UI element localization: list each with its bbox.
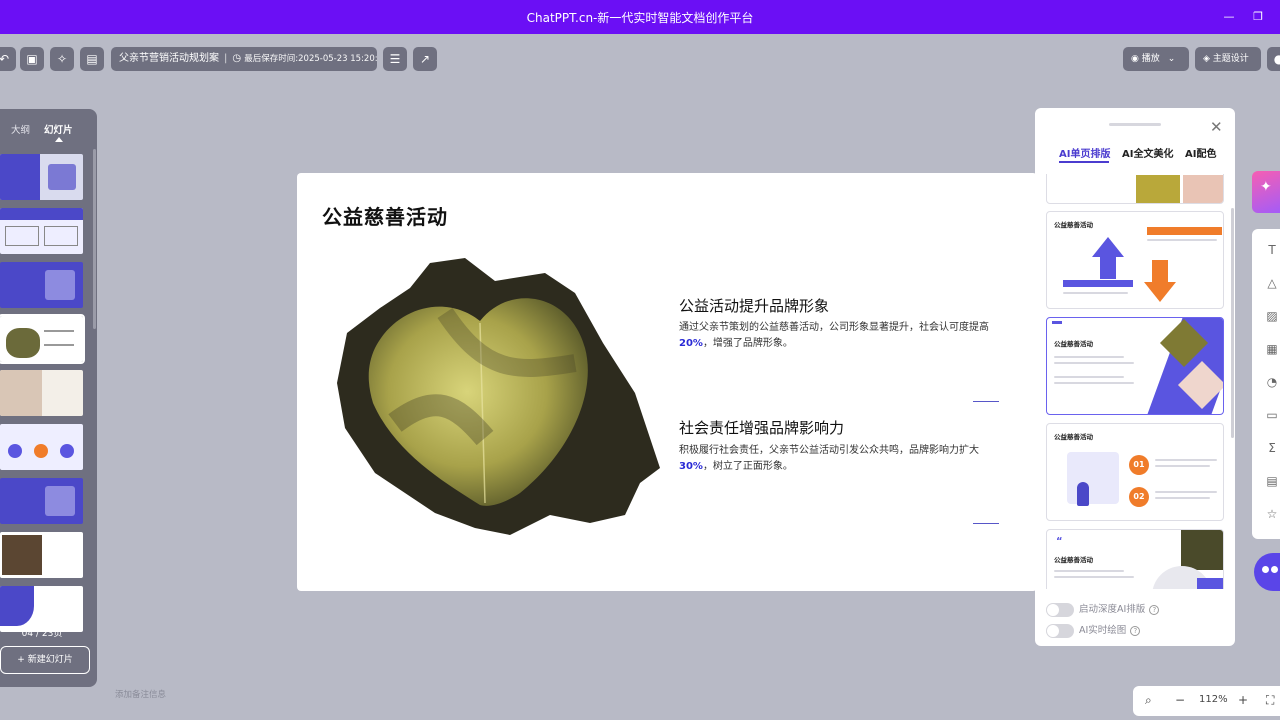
layout-card-1[interactable]: 公益慈善活动 [1046,211,1224,309]
active-tab-caret [55,137,63,142]
ai-realtime-draw-switch[interactable] [1046,623,1074,638]
image-icon[interactable]: ▨ [1264,308,1280,324]
share-icon[interactable]: ↗ [413,47,437,71]
formula-icon[interactable]: Σ [1264,440,1280,456]
tab-slides[interactable]: 幻灯片 [44,122,73,136]
document-name[interactable]: 父亲节营销活动规划案 [119,53,219,64]
restore-icon[interactable]: ❐ [1249,8,1267,26]
fullscreen-icon[interactable]: ⛶ [1266,693,1274,708]
layout-card-list: 公益慈善活动 公益慈善活动 公益慈善活动 01 02 “ 公益慈善活动 [1046,174,1224,589]
close-icon[interactable]: ✕ [1210,118,1223,136]
video-icon[interactable]: ▭ [1264,407,1280,423]
chat-assistant-icon[interactable] [1254,553,1280,591]
star-icon[interactable]: ☆ [1264,506,1280,522]
layout-card-3[interactable]: 公益慈善活动 01 02 [1046,423,1224,521]
zoom-bar: ⌕ − 112% + ⛶ [1133,686,1280,716]
add-notes-hint[interactable]: 添加备注信息 [115,688,166,700]
deep-ai-layout-switch[interactable] [1046,602,1074,617]
tab-ai-color[interactable]: AI配色 [1185,145,1216,160]
chevron-down-icon: ⌄ [1167,54,1176,64]
point-1-body[interactable]: 通过父亲节策划的公益慈善活动，公司形象显著提升，社会认可度提高20%，增强了品牌… [679,320,1009,352]
quote-icon: “ [1056,536,1063,547]
slide-thumbnail-8[interactable] [0,532,83,578]
ai-beautify-badge[interactable]: ✦ [1252,171,1280,213]
zoom-level[interactable]: 112% [1199,694,1228,705]
panel-scrollbar[interactable] [1231,208,1234,438]
undo-icon[interactable]: ↶ [0,47,16,71]
slide-canvas[interactable]: 公益慈善活动 公益活动提升品牌形象 通过父亲节策划的公益慈善活动，公司形象显著提… [297,173,1037,591]
slide-thumbnail-6[interactable] [0,424,83,470]
sparkle-icon: ✦ [1260,179,1272,195]
title-bar: ChatPPT.cn-新一代实时智能文档创作平台 — ❐ [0,0,1280,34]
point-2-body[interactable]: 积极履行社会责任，父亲节公益活动引发公众共鸣，品牌影响力扩大30%，树立了正面形… [679,443,1009,475]
save-icon[interactable]: ▤ [80,47,104,71]
search-icon[interactable]: ⌕ [1145,693,1152,708]
history-icon[interactable]: ☰ [383,47,407,71]
theme-icon: ◈ [1203,54,1213,64]
point-1-title[interactable]: 公益活动提升品牌形象 [679,295,829,316]
point-1-highlight: 20% [679,338,703,349]
magic-wand-icon[interactable]: ✧ [50,47,74,71]
slide-thumbnail-4[interactable] [0,314,85,364]
zoom-out-icon[interactable]: − [1175,693,1185,707]
slide-panel: 大纲 幻灯片 04 / 23页 + 新建幻灯片 [0,109,97,687]
table-icon[interactable]: ▦ [1264,341,1280,357]
tab-ai-full-beautify[interactable]: AI全文美化 [1122,145,1173,160]
user-icon[interactable]: ● [1267,47,1280,71]
play-icon: ◉ [1131,54,1142,64]
ai-realtime-draw-toggle-row[interactable]: AI实时绘图? [1046,622,1141,638]
play-button[interactable]: ◉ 播放 ⌄ [1123,47,1189,71]
layout-card-4[interactable]: “ 公益慈善活动 [1046,529,1224,589]
point-2-highlight: 30% [679,461,703,472]
slide-thumbnail-2[interactable] [0,208,83,254]
text-icon[interactable]: T [1264,242,1280,258]
slide-thumbnail-3[interactable] [0,262,83,308]
decor-line-2 [973,523,999,524]
layout-card-2[interactable]: 公益慈善活动 [1046,317,1224,415]
card-number-01: 01 [1129,455,1149,475]
slide-panel-scrollbar[interactable] [93,149,96,329]
point-2-title[interactable]: 社会责任增强品牌影响力 [679,417,844,438]
layout-card-0[interactable] [1046,174,1224,204]
insert-tool-column: T △ ▨ ▦ ◔ ▭ Σ ▤ ☆ [1252,229,1280,539]
new-slide-button[interactable]: + 新建幻灯片 [0,646,90,674]
window-title: ChatPPT.cn-新一代实时智能文档创作平台 [526,11,754,25]
slide-thumbnail-5[interactable] [0,370,83,416]
theme-design-button[interactable]: ◈ 主题设计 [1195,47,1261,71]
document-name-bar[interactable]: 父亲节营销活动规划案 | ◷ 最后保存时间:2025-05-23 15:20:22 [111,47,377,71]
deep-ai-layout-toggle-row[interactable]: 启动深度AI排版? [1046,601,1160,617]
clock-icon: ◷ [232,53,245,64]
page-count: 04 / 23页 [21,629,63,639]
leaf-image[interactable] [335,253,665,538]
chart-icon[interactable]: ◔ [1264,374,1280,390]
help-icon[interactable]: ? [1149,604,1160,615]
zoom-in-icon[interactable]: + [1238,693,1248,707]
tab-outline[interactable]: 大纲 [11,122,30,136]
slide-thumbnail-1[interactable] [0,154,83,200]
last-saved-text: 最后保存时间:2025-05-23 15:20:22 [244,54,377,64]
slide-title[interactable]: 公益慈善活动 [322,201,448,230]
decor-line-1 [973,401,999,402]
ai-layout-panel: ✕ AI单页排版 AI全文美化 AI配色 公益慈善活动 公益慈善活动 公益慈善活… [1035,108,1235,646]
active-tab-underline [1059,161,1109,163]
shape-icon[interactable]: △ [1264,275,1280,291]
slide-thumbnail-7[interactable] [0,478,83,524]
web-icon[interactable]: ▤ [1264,473,1280,489]
minimize-icon[interactable]: — [1220,8,1238,26]
help-icon[interactable]: ? [1130,625,1141,636]
ai-assistant-icon[interactable]: ▣ [20,47,44,71]
tab-ai-single-page-layout[interactable]: AI单页排版 [1059,145,1110,160]
panel-drag-handle[interactable] [1109,123,1161,126]
card-number-02: 02 [1129,487,1149,507]
